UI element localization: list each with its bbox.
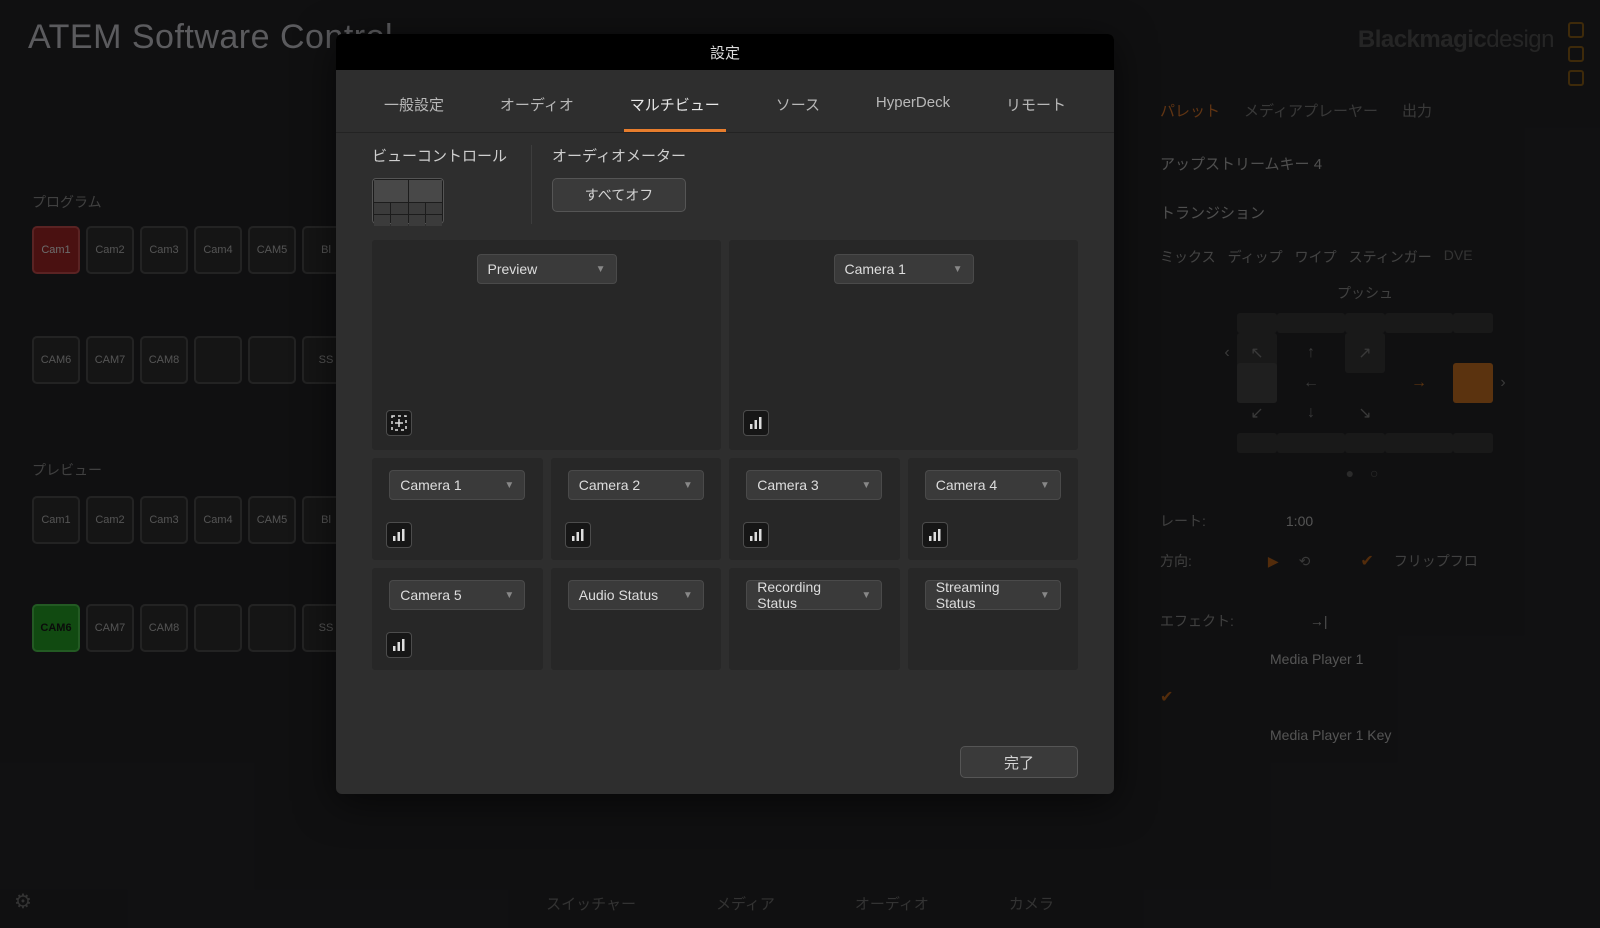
source-dropdown[interactable]: Preview▼	[477, 254, 617, 284]
vu-meter-icon[interactable]	[743, 410, 769, 436]
modal-title: 設定	[336, 34, 1114, 70]
multiview-cell: Camera 1▼	[729, 240, 1078, 450]
multiview-cell: Streaming Status▼	[908, 568, 1079, 670]
multiview-cell: Camera 4▼	[908, 458, 1079, 560]
source-dropdown[interactable]: Streaming Status▼	[925, 580, 1061, 610]
source-dropdown[interactable]: Audio Status▼	[568, 580, 704, 610]
view-control-label: ビューコントロール	[372, 145, 507, 166]
multiview-cell: Camera 1▼	[372, 458, 543, 560]
multiview-layout-button[interactable]	[372, 178, 444, 224]
done-button[interactable]: 完了	[960, 746, 1078, 778]
vu-meter-icon[interactable]	[386, 632, 412, 658]
source-dropdown[interactable]: Camera 3▼	[746, 470, 882, 500]
modal-tabs: 一般設定オーディオマルチビューソース HyperDeck リモート	[336, 70, 1114, 133]
vu-meter-icon[interactable]	[922, 522, 948, 548]
vu-meter-icon[interactable]	[743, 522, 769, 548]
vu-meter-icon[interactable]	[565, 522, 591, 548]
vu-meter-icon[interactable]	[386, 522, 412, 548]
source-dropdown[interactable]: Camera 2▼	[568, 470, 704, 500]
settings-modal: 設定 一般設定オーディオマルチビューソース HyperDeck リモート ビューコン…	[336, 34, 1114, 794]
source-dropdown[interactable]: Camera 5▼	[389, 580, 525, 610]
audio-meter-label: オーディオメーター	[552, 145, 686, 166]
source-dropdown[interactable]: Camera 4▼	[925, 470, 1061, 500]
modal-tab[interactable]: リモート	[1000, 86, 1072, 132]
multiview-cell: Preview▼	[372, 240, 721, 450]
modal-tab[interactable]: HyperDeck	[870, 86, 956, 132]
multiview-cell: Camera 3▼	[729, 458, 900, 560]
source-dropdown[interactable]: Recording Status▼	[746, 580, 882, 610]
multiview-cell: Audio Status▼	[551, 568, 722, 670]
modal-tab[interactable]: 一般設定	[378, 86, 450, 132]
source-dropdown[interactable]: Camera 1▼	[834, 254, 974, 284]
all-off-button[interactable]: すべてオフ	[552, 178, 686, 212]
modal-tab[interactable]: オーディオ	[494, 86, 580, 132]
safe-area-icon[interactable]	[386, 410, 412, 436]
multiview-cell: Recording Status▼	[729, 568, 900, 670]
source-dropdown[interactable]: Camera 1▼	[389, 470, 525, 500]
multiview-cell: Camera 5▼	[372, 568, 543, 670]
multiview-cell: Camera 2▼	[551, 458, 722, 560]
modal-tab[interactable]: ソース	[770, 86, 826, 132]
modal-tab[interactable]: マルチビュー	[624, 86, 726, 132]
